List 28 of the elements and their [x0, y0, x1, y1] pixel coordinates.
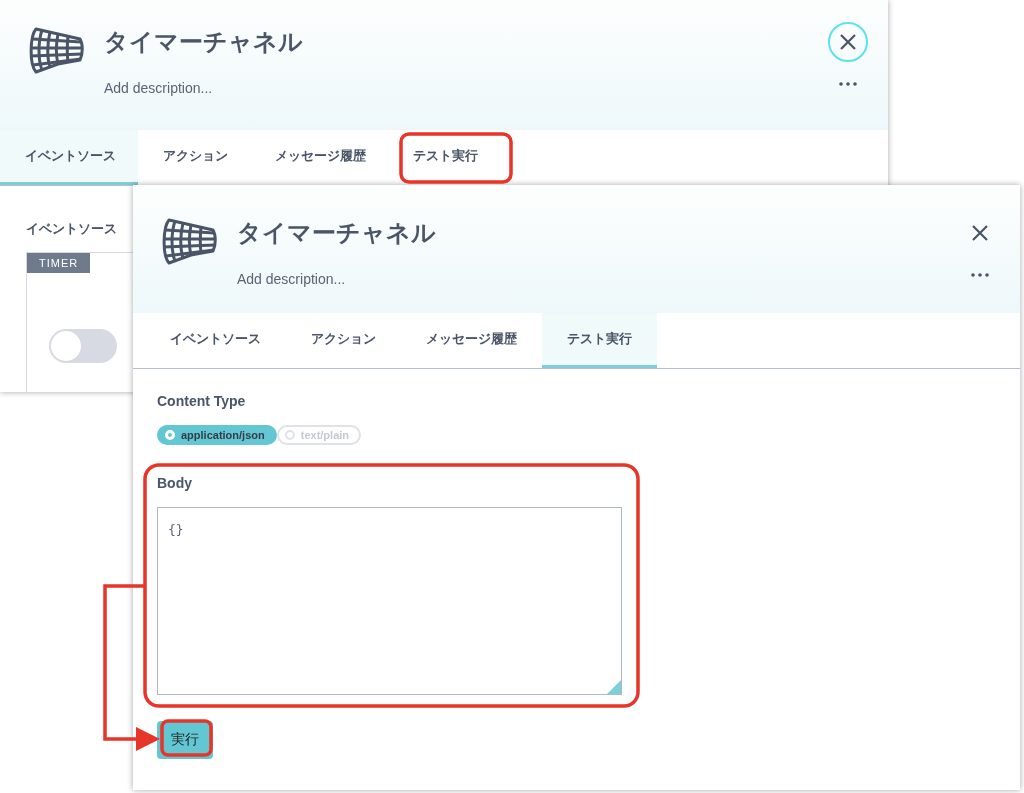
timer-badge: TIMER — [27, 253, 91, 273]
tab[interactable]: テスト実行 — [388, 130, 500, 185]
content-type-label: Content Type — [157, 393, 247, 409]
tab[interactable]: アクション — [286, 313, 401, 368]
tab[interactable]: イベントソース — [0, 130, 138, 185]
close-icon — [971, 224, 989, 242]
tab[interactable]: メッセージ履歴 — [401, 313, 542, 368]
close-button[interactable] — [828, 22, 868, 62]
description[interactable]: Add description... — [104, 80, 808, 96]
highlight-frame — [160, 719, 213, 757]
more-icon[interactable] — [971, 273, 989, 277]
window-title: タイマーチャネル — [104, 27, 304, 57]
close-icon — [839, 33, 857, 51]
tab[interactable]: メッセージ履歴 — [250, 130, 388, 185]
toggle-switch[interactable] — [49, 329, 117, 363]
window-title: タイマーチャネル — [237, 218, 437, 248]
tab[interactable]: イベントソース — [145, 313, 286, 368]
body-field[interactable]: {} — [157, 507, 622, 695]
tab[interactable]: テスト実行 — [542, 313, 657, 368]
resize-grip-icon[interactable] — [607, 680, 621, 694]
section-title: イベントソース — [26, 220, 117, 238]
description[interactable]: Add description... — [237, 271, 940, 287]
tab[interactable]: アクション — [138, 130, 250, 185]
body-label: Body — [157, 475, 193, 491]
more-icon[interactable] — [839, 82, 857, 86]
net-icon — [161, 217, 217, 265]
content-type-option[interactable]: application/json — [157, 425, 277, 445]
net-icon — [28, 26, 84, 74]
